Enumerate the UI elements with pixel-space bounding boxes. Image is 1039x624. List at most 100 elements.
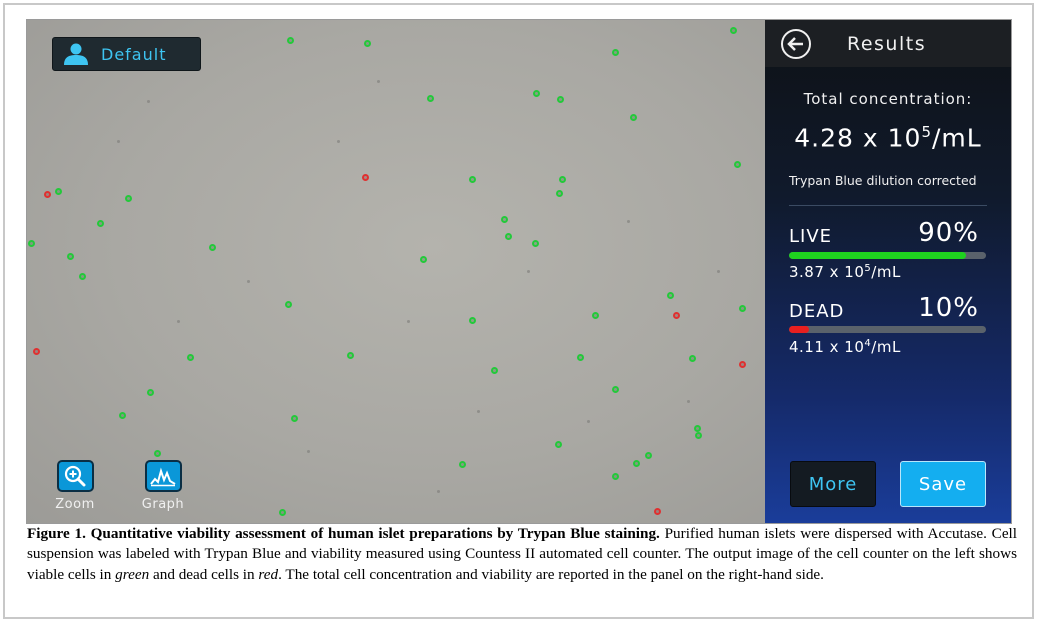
debris-speck [247, 280, 250, 283]
live-cell-marker [734, 161, 741, 168]
live-cell-marker [555, 441, 562, 448]
figure-caption: Figure 1. Quantitative viability assessm… [27, 524, 1017, 585]
live-cell-marker [695, 432, 702, 439]
dead-cell-marker [44, 191, 51, 198]
live-cell-marker [592, 312, 599, 319]
live-cell-marker [556, 190, 563, 197]
dead-label: DEAD [789, 301, 845, 322]
live-cell-marker [287, 37, 294, 44]
live-cell-marker [557, 96, 564, 103]
caption-red: red [258, 565, 279, 583]
graph-tool[interactable]: Graph [133, 460, 193, 512]
live-cell-marker [285, 301, 292, 308]
debris-speck [477, 410, 480, 413]
live-cell-marker [739, 305, 746, 312]
debris-speck [717, 270, 720, 273]
results-panel: Results Total concentration: 4.28 x 105/… [765, 20, 1011, 523]
profile-label: Default [101, 44, 167, 64]
debris-speck [627, 220, 630, 223]
debris-speck [407, 320, 410, 323]
dead-cell-marker [33, 348, 40, 355]
more-button[interactable]: More [790, 461, 876, 507]
back-button[interactable] [780, 28, 812, 60]
live-cell-marker [689, 355, 696, 362]
live-bar [789, 252, 986, 259]
debris-speck [177, 320, 180, 323]
live-cell-marker [532, 240, 539, 247]
live-cell-marker [291, 415, 298, 422]
live-cell-marker [501, 216, 508, 223]
live-cell-marker [427, 95, 434, 102]
live-cell-marker [28, 240, 35, 247]
dead-concentration: 4.11 x 104/mL [789, 338, 901, 356]
divider [789, 205, 987, 206]
caption-green: green [115, 565, 150, 583]
debris-speck [117, 140, 120, 143]
live-cell-marker [491, 367, 498, 374]
live-cell-marker [67, 253, 74, 260]
dead-cell-marker [739, 361, 746, 368]
live-cell-marker [154, 450, 161, 457]
live-cell-marker [187, 354, 194, 361]
graph-icon [150, 467, 176, 487]
live-cell-marker [97, 220, 104, 227]
live-cell-marker [347, 352, 354, 359]
debris-speck [307, 450, 310, 453]
dead-cell-marker [654, 508, 661, 515]
live-cell-marker [125, 195, 132, 202]
live-cell-marker [694, 425, 701, 432]
live-cell-marker [147, 389, 154, 396]
live-cell-marker [630, 114, 637, 121]
live-cell-marker [420, 256, 427, 263]
zoom-tool[interactable]: Zoom [45, 460, 105, 512]
caption-text-2: and dead cells in [149, 565, 259, 583]
live-cell-marker [667, 292, 674, 299]
total-concentration-label: Total concentration: [803, 90, 973, 108]
cell-image-view[interactable]: Default Zoom Graph [27, 20, 765, 523]
back-arrow-icon [781, 28, 811, 59]
live-cell-marker [119, 412, 126, 419]
live-cell-marker [533, 90, 540, 97]
debris-speck [687, 400, 690, 403]
graph-button[interactable] [144, 460, 182, 492]
debris-speck [527, 270, 530, 273]
caption-title: Figure 1. Quantitative viability assessm… [27, 525, 660, 542]
results-title: Results [847, 32, 927, 55]
live-cell-marker [55, 188, 62, 195]
dead-cell-marker [673, 312, 680, 319]
debris-speck [147, 100, 150, 103]
graph-label: Graph [141, 497, 185, 512]
live-label: LIVE [789, 226, 833, 247]
live-cell-marker [459, 461, 466, 468]
live-cell-marker [612, 386, 619, 393]
caption-text-3: . The total cell concentration and viabi… [278, 565, 824, 583]
live-percent: 90% [918, 218, 979, 248]
live-cell-marker [730, 27, 737, 34]
live-cell-marker [577, 354, 584, 361]
debris-speck [587, 420, 590, 423]
live-cell-marker [469, 317, 476, 324]
cell-counter-screen: Default Zoom Graph Results Total concent… [27, 20, 1011, 523]
profile-button[interactable]: Default [52, 37, 201, 71]
live-concentration: 3.87 x 105/mL [789, 263, 901, 281]
live-cell-marker [79, 273, 86, 280]
live-bar-fill [789, 252, 967, 259]
dead-percent: 10% [918, 293, 979, 323]
dead-cell-marker [362, 174, 369, 181]
dead-bar [789, 326, 986, 333]
live-cell-marker [645, 452, 652, 459]
live-cell-marker [612, 49, 619, 56]
user-icon [64, 43, 88, 65]
zoom-button[interactable] [56, 460, 94, 492]
debris-speck [377, 80, 380, 83]
live-cell-marker [633, 460, 640, 467]
live-cell-marker [505, 233, 512, 240]
live-cell-marker [559, 176, 566, 183]
live-cell-marker [364, 40, 371, 47]
dead-bar-fill [789, 326, 809, 333]
zoom-in-icon [64, 465, 86, 487]
total-concentration-value: 4.28 x 105/mL [794, 123, 982, 153]
live-cell-marker [612, 473, 619, 480]
zoom-label: Zoom [55, 497, 95, 512]
save-button[interactable]: Save [900, 461, 986, 507]
